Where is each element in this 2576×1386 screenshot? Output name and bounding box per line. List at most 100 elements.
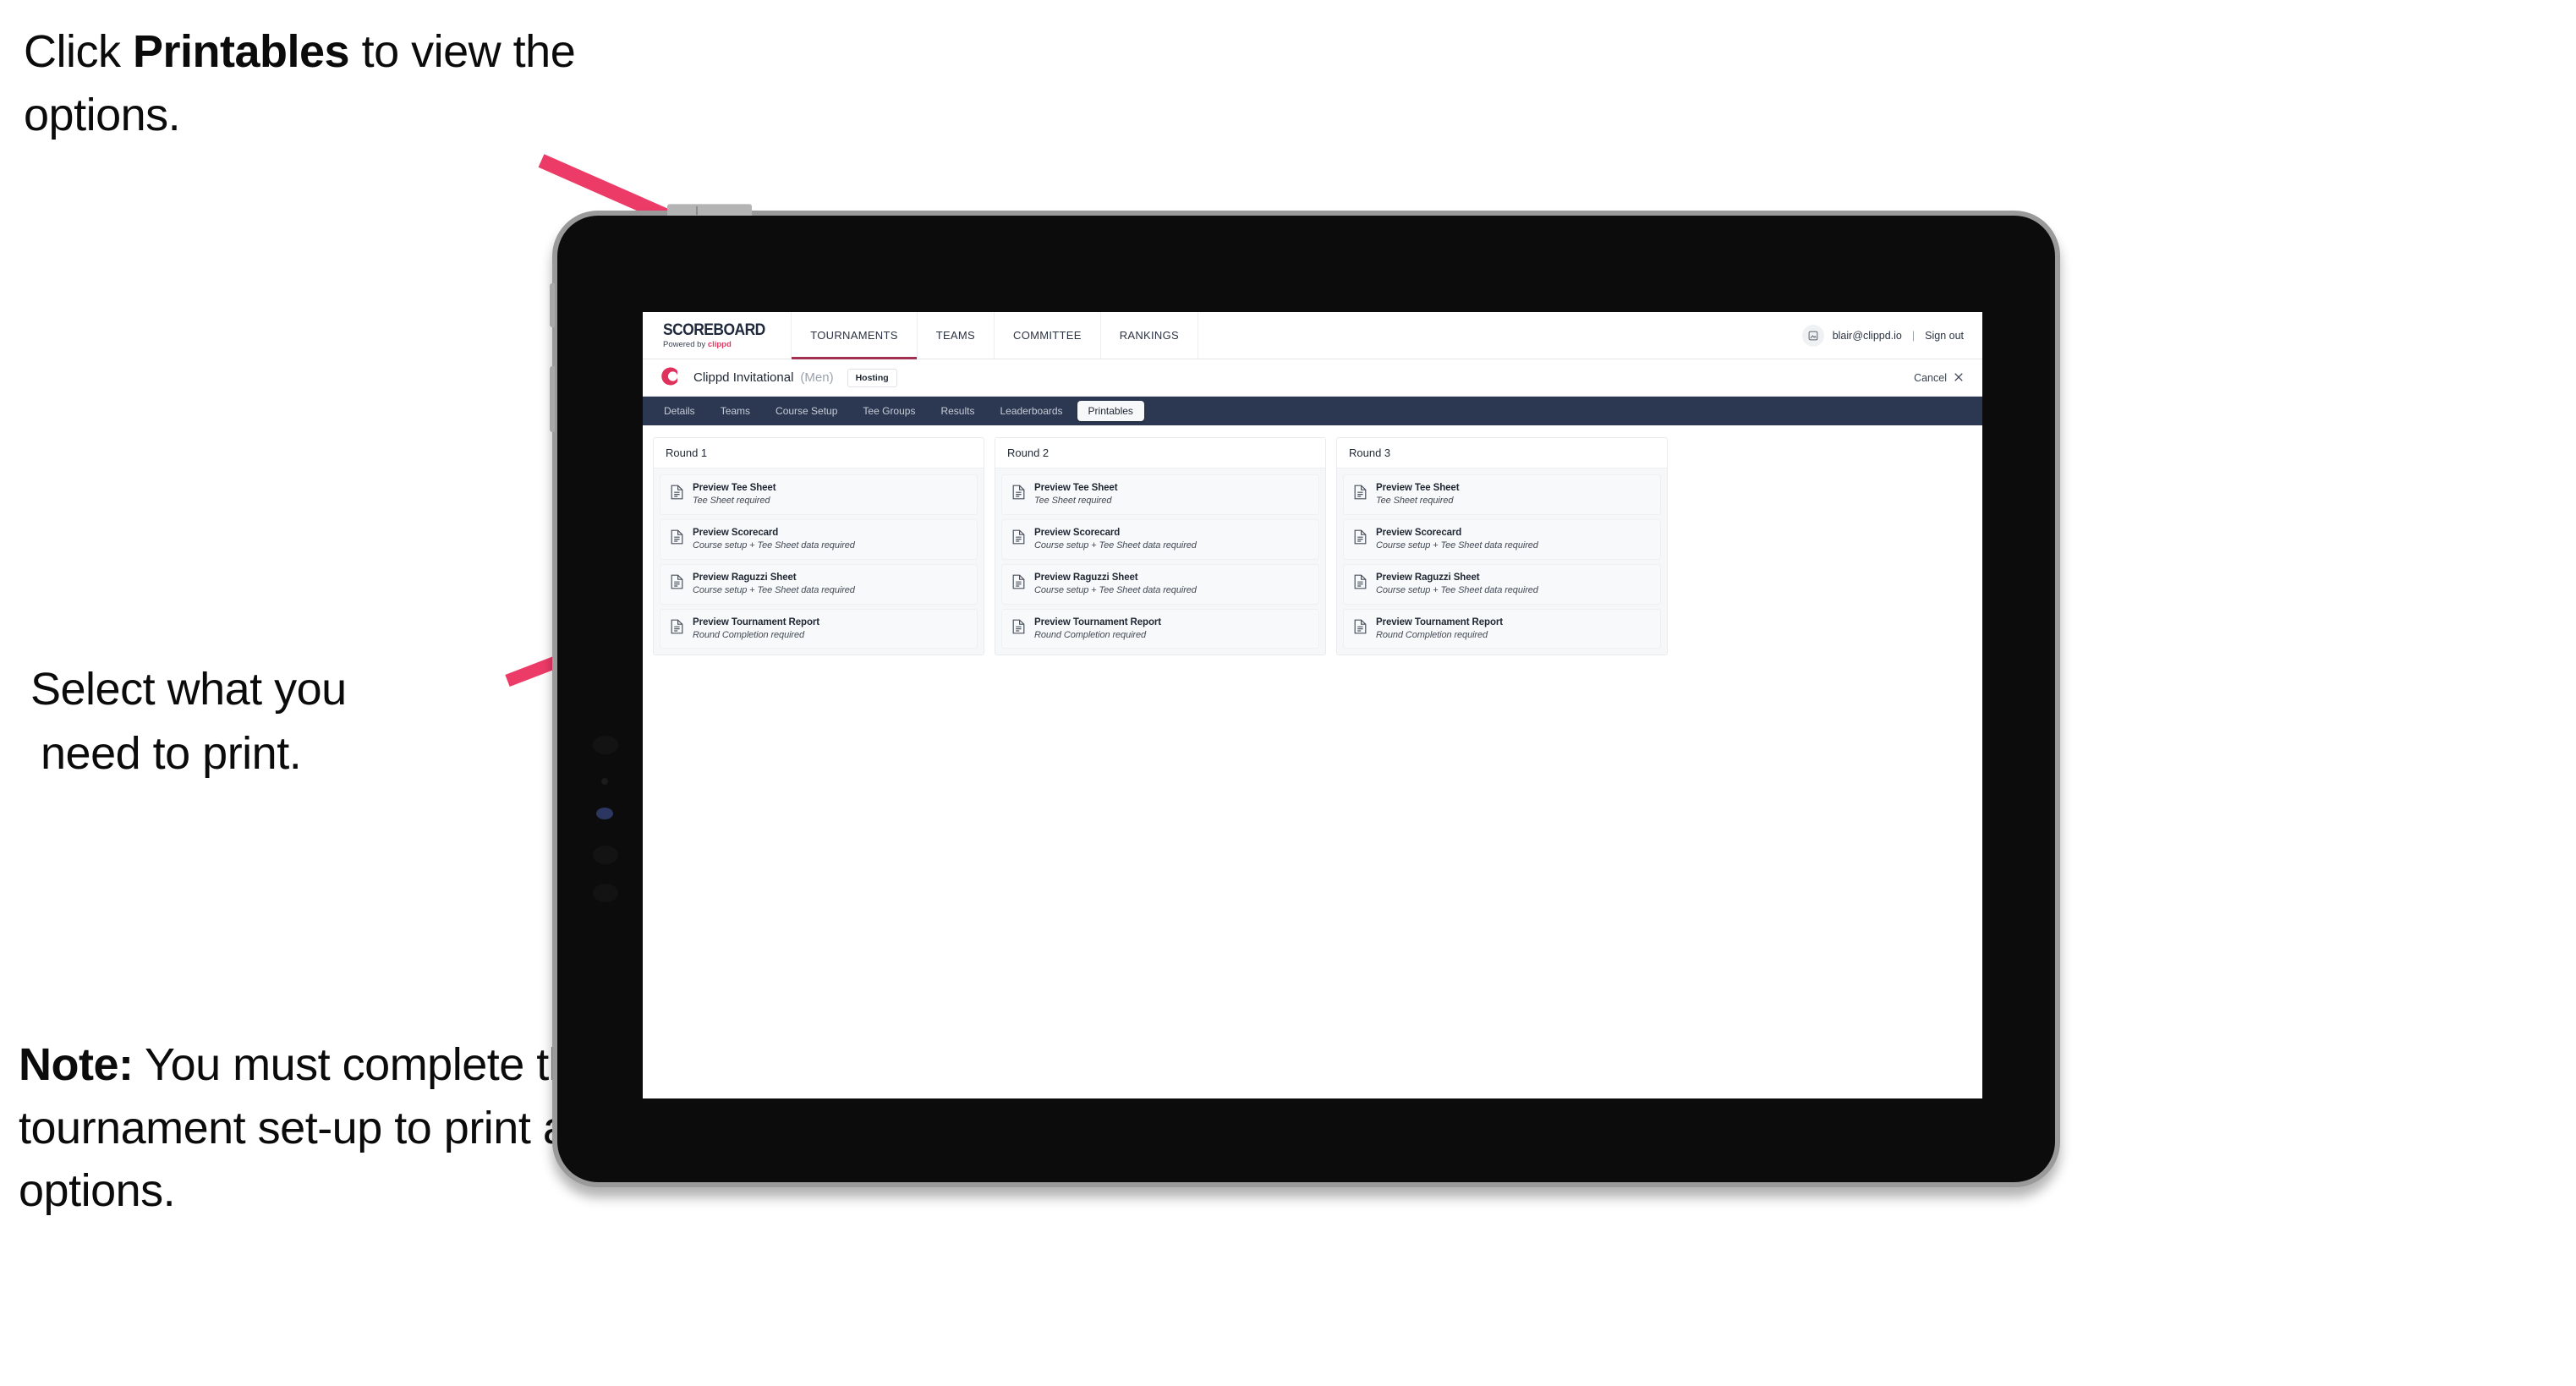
printable-title: Preview Scorecard xyxy=(1034,527,1121,538)
round-2-title: Round 2 xyxy=(995,438,1325,468)
tab-teams[interactable]: Teams xyxy=(710,401,761,421)
printable-row-scorecard[interactable]: Preview Scorecard Course setup + Tee She… xyxy=(1001,518,1319,560)
brand-logo[interactable]: SCOREBOARD Powered by clippd xyxy=(643,312,791,359)
round-3-printable-list: Preview Tee Sheet Tee Sheet required Pre… xyxy=(1337,468,1667,655)
user-avatar-icon[interactable] xyxy=(1801,324,1824,347)
printable-row-raguzzi-sheet[interactable]: Preview Raguzzi Sheet Course setup + Tee… xyxy=(1001,563,1319,605)
tablet-camera-icon xyxy=(593,736,618,754)
document-icon xyxy=(671,529,683,549)
tab-details[interactable]: Details xyxy=(653,401,706,421)
nav-item-tournaments-label: TOURNAMENTS xyxy=(810,329,898,342)
tablet-power-button[interactable] xyxy=(667,204,752,216)
close-x-icon xyxy=(1954,372,1964,384)
printable-text: Preview Raguzzi Sheet Course setup + Tee… xyxy=(1376,572,1538,596)
printable-title: Preview Scorecard xyxy=(1376,527,1462,538)
user-menu: blair@clippd.io | Sign out xyxy=(1790,312,1982,359)
printable-title: Preview Tournament Report xyxy=(1034,616,1162,627)
printable-title: Preview Scorecard xyxy=(693,527,779,538)
document-icon xyxy=(1354,574,1367,594)
printable-subtitle: Round Completion required xyxy=(693,629,805,640)
document-icon xyxy=(1354,529,1367,549)
tablet-speaker-secondary-icon xyxy=(593,884,618,902)
round-2-printable-list: Preview Tee Sheet Tee Sheet required Pre… xyxy=(995,468,1325,655)
global-top-nav: SCOREBOARD Powered by clippd TOURNAMENTS… xyxy=(643,312,1982,359)
printable-row-scorecard[interactable]: Preview Scorecard Course setup + Tee She… xyxy=(660,518,978,560)
tab-teams-label: Teams xyxy=(720,405,751,417)
printable-subtitle: Course setup + Tee Sheet data required xyxy=(693,584,855,595)
tab-printables-label: Printables xyxy=(1088,405,1133,417)
tournament-header-bar: Clippd Invitational (Men) Hosting Cancel xyxy=(643,359,1982,397)
nav-item-rankings[interactable]: RANKINGS xyxy=(1099,312,1198,359)
printable-row-tee-sheet[interactable]: Preview Tee Sheet Tee Sheet required xyxy=(1001,474,1319,515)
brand-sub-name: clippd xyxy=(707,339,732,349)
printable-subtitle: Tee Sheet required xyxy=(1034,496,1112,507)
printable-text: Preview Scorecard Course setup + Tee She… xyxy=(1034,528,1197,551)
printable-title: Preview Tournament Report xyxy=(1376,616,1504,627)
annotation-click-printables: Click Printables to view the options. xyxy=(24,20,582,146)
printable-row-scorecard[interactable]: Preview Scorecard Course setup + Tee She… xyxy=(1343,518,1661,560)
tab-leaderboards-label: Leaderboards xyxy=(1000,405,1063,417)
document-icon xyxy=(671,574,683,594)
printable-row-tournament-report[interactable]: Preview Tournament Report Round Completi… xyxy=(1343,608,1661,649)
nav-item-teams-label: TEAMS xyxy=(935,329,975,342)
printable-title: Preview Tee Sheet xyxy=(1376,483,1460,493)
printable-row-raguzzi-sheet[interactable]: Preview Raguzzi Sheet Course setup + Tee… xyxy=(1343,563,1661,605)
printable-text: Preview Tee Sheet Tee Sheet required xyxy=(1376,483,1460,507)
annotation-select-line1: Select what you xyxy=(30,664,347,715)
tab-results-label: Results xyxy=(940,405,975,417)
round-column-1: Round 1 Preview Tee Sheet Tee Sheet requ… xyxy=(653,437,984,656)
nav-spacer xyxy=(1198,312,1790,359)
document-icon xyxy=(671,485,683,504)
cancel-button[interactable]: Cancel xyxy=(1914,372,1964,384)
printable-text: Preview Scorecard Course setup + Tee She… xyxy=(693,528,855,551)
nav-item-teams[interactable]: TEAMS xyxy=(916,312,994,359)
printable-text: Preview Tee Sheet Tee Sheet required xyxy=(1034,483,1118,507)
tab-printables[interactable]: Printables xyxy=(1077,401,1144,421)
printable-row-tee-sheet[interactable]: Preview Tee Sheet Tee Sheet required xyxy=(1343,474,1661,515)
tablet-light-sensor-icon xyxy=(596,808,613,819)
printable-subtitle: Round Completion required xyxy=(1376,629,1488,640)
tab-results[interactable]: Results xyxy=(929,401,985,421)
tablet-speaker-icon xyxy=(593,846,618,864)
printable-text: Preview Tournament Report Round Completi… xyxy=(1034,617,1161,641)
printable-row-tournament-report[interactable]: Preview Tournament Report Round Completi… xyxy=(660,608,978,649)
printable-text: Preview Raguzzi Sheet Course setup + Tee… xyxy=(1034,572,1197,596)
printable-text: Preview Raguzzi Sheet Course setup + Tee… xyxy=(693,572,855,596)
tab-course-setup[interactable]: Course Setup xyxy=(765,401,848,421)
brand-sub-prefix: Powered by xyxy=(663,339,708,349)
round-1-title: Round 1 xyxy=(654,438,984,468)
cancel-button-label: Cancel xyxy=(1914,371,1947,384)
document-icon xyxy=(1012,619,1025,638)
tablet-volume-down-button[interactable] xyxy=(550,366,555,432)
annotation-click-prefix: Click xyxy=(24,26,133,77)
printable-row-tournament-report[interactable]: Preview Tournament Report Round Completi… xyxy=(1001,608,1319,649)
printable-subtitle: Course setup + Tee Sheet data required xyxy=(1034,584,1197,595)
sign-out-link[interactable]: Sign out xyxy=(1925,330,1964,342)
tab-tee-groups-label: Tee Groups xyxy=(863,405,916,417)
round-column-3: Round 3 Preview Tee Sheet Tee Sheet requ… xyxy=(1336,437,1668,656)
printable-text: Preview Tournament Report Round Completi… xyxy=(1376,617,1503,641)
tournament-subtab-bar: Details Teams Course Setup Tee Groups Re… xyxy=(643,397,1982,425)
tab-tee-groups[interactable]: Tee Groups xyxy=(852,401,926,421)
printable-row-tee-sheet[interactable]: Preview Tee Sheet Tee Sheet required xyxy=(660,474,978,515)
printable-subtitle: Tee Sheet required xyxy=(1376,496,1454,507)
nav-item-committee[interactable]: COMMITTEE xyxy=(994,312,1100,359)
printable-row-raguzzi-sheet[interactable]: Preview Raguzzi Sheet Course setup + Tee… xyxy=(660,563,978,605)
app-screen: SCOREBOARD Powered by clippd TOURNAMENTS… xyxy=(643,312,1982,1098)
tab-leaderboards[interactable]: Leaderboards xyxy=(989,401,1073,421)
round-3-title: Round 3 xyxy=(1337,438,1667,468)
nav-item-committee-label: COMMITTEE xyxy=(1013,329,1082,342)
tablet-volume-up-button[interactable] xyxy=(550,283,555,327)
nav-item-tournaments[interactable]: TOURNAMENTS xyxy=(791,312,918,359)
printable-title: Preview Raguzzi Sheet xyxy=(1376,572,1480,583)
printable-text: Preview Scorecard Course setup + Tee She… xyxy=(1376,528,1538,551)
printable-subtitle: Tee Sheet required xyxy=(693,496,770,507)
printable-text: Preview Tee Sheet Tee Sheet required xyxy=(693,483,776,507)
screenshot-stage: Click Printables to view the options. Se… xyxy=(0,0,2576,1386)
document-icon xyxy=(1012,529,1025,549)
tab-details-label: Details xyxy=(664,405,695,417)
printable-title: Preview Tee Sheet xyxy=(1034,483,1118,493)
status-badge-hosting: Hosting xyxy=(847,368,897,387)
document-icon xyxy=(671,619,683,638)
printable-subtitle: Course setup + Tee Sheet data required xyxy=(1376,584,1538,595)
